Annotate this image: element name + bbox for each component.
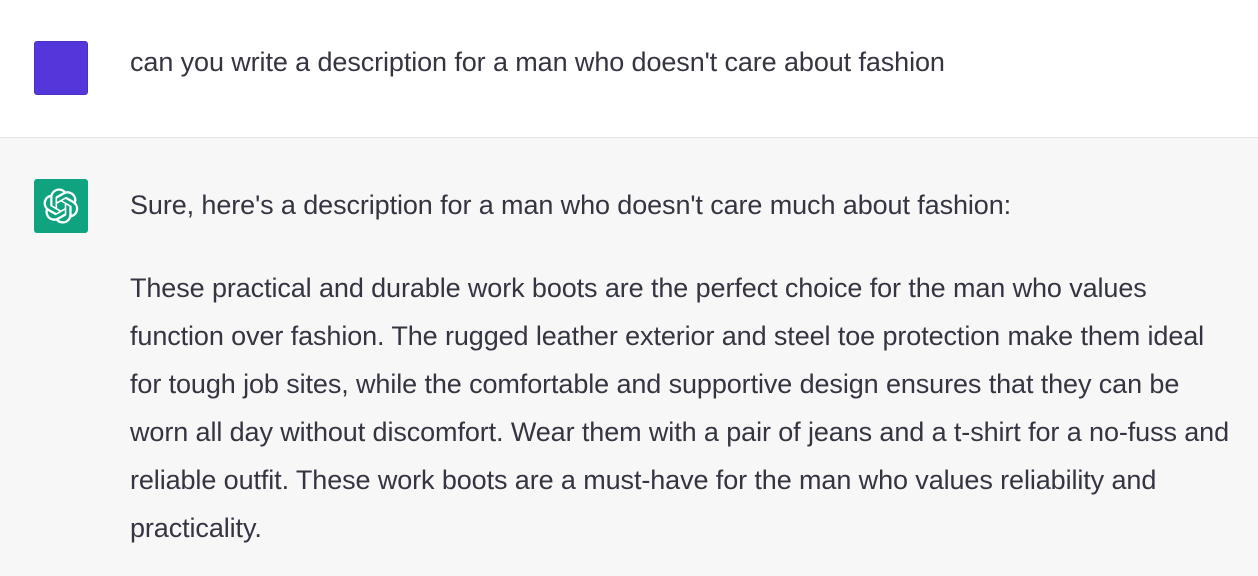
user-message-text: can you write a description for a man wh… <box>130 47 945 77</box>
assistant-message-text: Sure, here's a description for a man who… <box>130 181 1230 552</box>
assistant-body-paragraph: These practical and durable work boots a… <box>130 273 1230 543</box>
openai-logo-icon <box>34 179 88 233</box>
user-avatar-icon <box>34 41 88 95</box>
assistant-message: Sure, here's a description for a man who… <box>0 138 1258 576</box>
assistant-intro-paragraph: Sure, here's a description for a man who… <box>130 190 1012 220</box>
user-message: can you write a description for a man wh… <box>0 0 1258 138</box>
